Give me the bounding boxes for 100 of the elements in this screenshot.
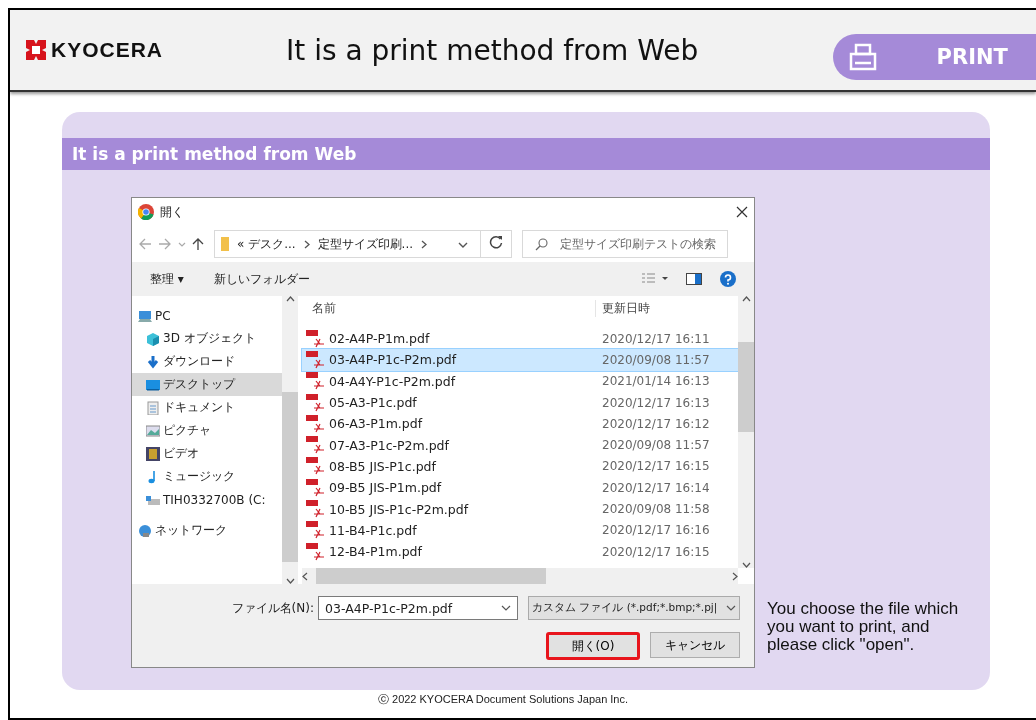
download-arrow-icon bbox=[146, 354, 160, 369]
file-date: 2020/12/17 16:15 bbox=[601, 459, 710, 474]
nav-item[interactable]: TIH0332700B (C: bbox=[132, 488, 282, 511]
dropdown-caret-icon[interactable] bbox=[458, 242, 468, 248]
pdf-file-icon bbox=[306, 521, 326, 540]
search-field[interactable]: 定型サイズ印刷テストの検索 bbox=[522, 230, 728, 258]
cube-icon bbox=[146, 331, 160, 346]
file-date: 2021/01/14 16:13 bbox=[601, 374, 710, 389]
file-type-dropdown[interactable]: カスタム ファイル (*.pdf;*.bmp;*.pj| bbox=[528, 596, 740, 620]
file-date: 2020/12/17 16:13 bbox=[601, 395, 710, 410]
scrollbar[interactable] bbox=[738, 296, 754, 568]
file-row[interactable]: 02-A4P-P1m.pdf 2020/12/17 16:11 bbox=[302, 328, 738, 350]
cancel-button[interactable]: キャンセル bbox=[650, 632, 740, 658]
pdf-file-icon bbox=[306, 372, 326, 391]
file-row[interactable]: 04-A4Y-P1c-P2m.pdf 2021/01/14 16:13 bbox=[302, 370, 738, 392]
pdf-file-icon bbox=[306, 478, 326, 497]
chevron-icon bbox=[303, 239, 310, 249]
logo-mark-icon bbox=[26, 40, 46, 60]
scroll-thumb[interactable] bbox=[738, 342, 754, 432]
dropdown-caret-icon[interactable] bbox=[501, 605, 511, 611]
file-date: 2020/12/17 16:16 bbox=[601, 523, 710, 538]
file-name: 10-B5 JIS-P1c-P2m.pdf bbox=[329, 501, 469, 517]
pdf-file-icon bbox=[306, 393, 326, 412]
instruction-text: You choose the file which you want to print, and please click "open". bbox=[767, 600, 960, 656]
network-icon bbox=[138, 523, 152, 538]
breadcrumb[interactable]: 定型サイズ印刷... bbox=[317, 235, 414, 253]
file-name: 05-A3-P1c.pdf bbox=[329, 395, 417, 411]
pdf-file-icon bbox=[306, 500, 326, 518]
open-button[interactable]: 開く(O) bbox=[546, 632, 640, 660]
file-date: 2020/09/08 11:57 bbox=[601, 352, 710, 367]
file-row[interactable]: 09-B5 JIS-P1m.pdf 2020/12/17 16:14 bbox=[302, 477, 738, 499]
column-header[interactable]: 名前 bbox=[302, 299, 595, 317]
pdf-file-icon bbox=[306, 414, 326, 433]
file-row[interactable]: 10-B5 JIS-P1c-P2m.pdf 2020/09/08 11:58 bbox=[302, 498, 738, 520]
file-row[interactable]: 11-B4-P1c.pdf 2020/12/17 16:16 bbox=[302, 519, 738, 541]
search-icon bbox=[535, 237, 548, 251]
nav-item[interactable]: PC bbox=[132, 304, 282, 327]
refresh-icon[interactable] bbox=[489, 235, 503, 249]
column-header[interactable]: 更新日時 bbox=[595, 299, 650, 317]
monitor-icon bbox=[146, 377, 160, 392]
nav-item[interactable]: ビデオ bbox=[132, 442, 282, 465]
picture-icon bbox=[146, 423, 160, 438]
nav-item[interactable]: ピクチャ bbox=[132, 419, 282, 442]
scroll-up-icon[interactable] bbox=[741, 296, 751, 302]
help-icon[interactable] bbox=[720, 271, 736, 287]
page-title: It is a print method from Web bbox=[286, 33, 700, 67]
file-name: 04-A4Y-P1c-P2m.pdf bbox=[329, 373, 456, 389]
dialog-title: 開く bbox=[160, 203, 184, 221]
file-name: 07-A3-P1c-P2m.pdf bbox=[329, 437, 449, 453]
film-icon bbox=[146, 446, 160, 461]
breadcrumb[interactable]: « デスク... bbox=[237, 235, 296, 253]
file-name: 02-A4P-P1m.pdf bbox=[329, 331, 430, 347]
file-row[interactable]: 03-A4P-P1c-P2m.pdf 2020/09/08 11:57 bbox=[302, 349, 738, 371]
scrollbar[interactable] bbox=[302, 568, 738, 584]
file-row[interactable]: 08-B5 JIS-P1c.pdf 2020/12/17 16:15 bbox=[302, 455, 738, 478]
file-name: 09-B5 JIS-P1m.pdf bbox=[329, 480, 442, 496]
file-date: 2020/12/17 16:14 bbox=[601, 480, 710, 495]
browser-logo-icon bbox=[138, 204, 154, 220]
logo-text: KYOCERA bbox=[51, 38, 163, 62]
file-row[interactable]: 12-B4-P1m.pdf 2020/12/17 16:15 bbox=[302, 540, 738, 563]
nav-item[interactable]: ドキュメント bbox=[132, 396, 282, 419]
file-name: 06-A3-P1m.pdf bbox=[329, 416, 423, 432]
nav-item[interactable]: ダウンロード bbox=[132, 350, 282, 373]
preview-pane-icon[interactable] bbox=[686, 273, 702, 285]
file-row[interactable]: 07-A3-P1c-P2m.pdf 2020/09/08 11:57 bbox=[302, 434, 738, 456]
close-icon[interactable] bbox=[736, 206, 748, 218]
scroll-left-icon[interactable] bbox=[302, 571, 308, 581]
file-date: 2020/09/08 11:58 bbox=[601, 502, 710, 516]
up-arrow-icon[interactable] bbox=[192, 237, 204, 251]
file-row[interactable]: 06-A3-P1m.pdf 2020/12/17 16:12 bbox=[302, 413, 738, 435]
nav-item[interactable]: 3D オブジェクト bbox=[132, 327, 282, 350]
filename-field[interactable]: 03-A4P-P1c-P2m.pdf bbox=[318, 596, 518, 620]
file-name: 03-A4P-P1c-P2m.pdf bbox=[329, 352, 457, 368]
dropdown-caret-icon[interactable] bbox=[726, 605, 736, 611]
scroll-down-icon[interactable] bbox=[285, 578, 295, 584]
nav-item[interactable]: ミュージック bbox=[132, 465, 282, 488]
address-bar[interactable]: « デスク... 定型サイズ印刷... bbox=[214, 230, 512, 258]
new-folder-button[interactable]: 新しいフォルダー bbox=[213, 270, 310, 288]
file-date: 2020/12/17 16:11 bbox=[601, 331, 710, 346]
pdf-file-icon bbox=[306, 436, 326, 455]
file-row[interactable]: 05-A3-P1c.pdf 2020/12/17 16:13 bbox=[302, 391, 738, 414]
file-name: 08-B5 JIS-P1c.pdf bbox=[329, 458, 436, 474]
chevron-icon bbox=[421, 239, 428, 249]
file-date: 2020/09/08 11:57 bbox=[601, 438, 710, 453]
file-name: 11-B4-P1c.pdf bbox=[329, 522, 417, 538]
scroll-thumb[interactable] bbox=[316, 568, 546, 584]
file-date: 2020/12/17 16:12 bbox=[601, 416, 710, 431]
pdf-file-icon bbox=[306, 329, 326, 348]
computer-icon bbox=[138, 308, 152, 323]
section-title: It is a print method from Web bbox=[62, 138, 990, 170]
nav-item[interactable]: デスクトップ bbox=[132, 373, 282, 396]
scroll-up-icon[interactable] bbox=[285, 296, 295, 302]
scroll-down-icon[interactable] bbox=[741, 562, 751, 568]
nav-item[interactable]: ネットワーク bbox=[132, 519, 282, 542]
scroll-right-icon[interactable] bbox=[732, 571, 738, 581]
copyright-text: ⓒ 2022 KYOCERA Document Solutions Japan Inc. bbox=[376, 692, 630, 707]
field-label: ファイル名(N): bbox=[231, 599, 314, 617]
scroll-thumb[interactable] bbox=[282, 392, 298, 562]
pdf-file-icon bbox=[306, 542, 326, 561]
organize-menu[interactable]: 整理 ▾ bbox=[150, 270, 184, 288]
